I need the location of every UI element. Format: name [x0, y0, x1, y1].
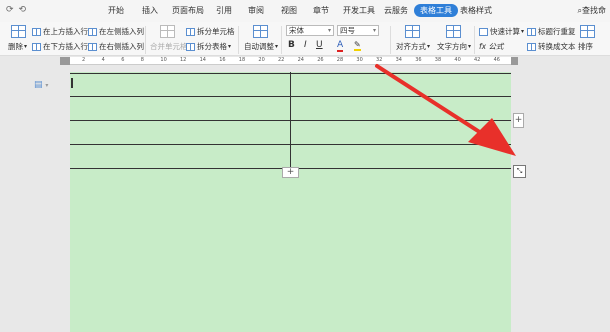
annotation-arrow	[375, 64, 516, 156]
arrow-head	[468, 118, 516, 156]
arrow-shaft	[375, 64, 494, 142]
